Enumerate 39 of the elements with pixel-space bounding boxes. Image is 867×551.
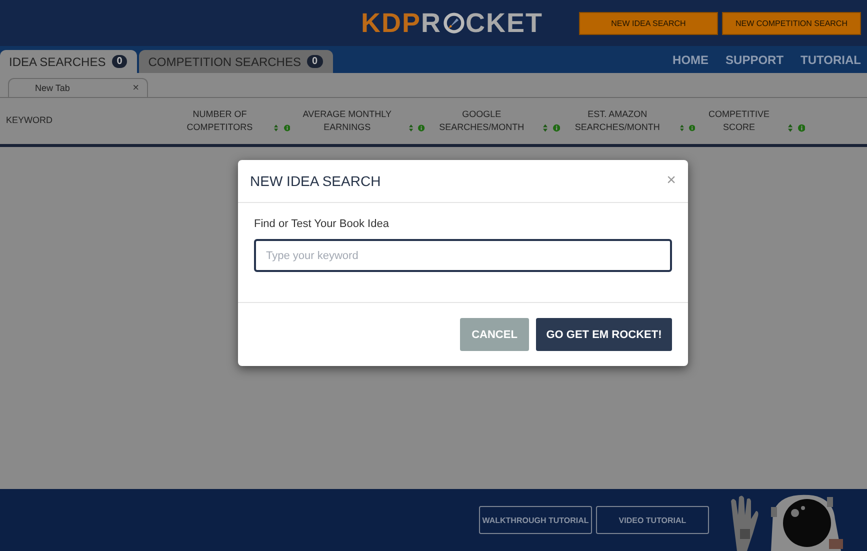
- info-icon[interactable]: [552, 124, 560, 132]
- info-icon[interactable]: [284, 124, 290, 132]
- column-header: COMPETITIVE SCORE: [708, 108, 771, 134]
- count-badge: 0: [112, 55, 128, 68]
- header-button[interactable]: NEW COMPETITION SEARCH: [722, 12, 861, 34]
- logo-text: CKET: [466, 8, 543, 38]
- column-header: GOOGLE SEARCHES/MONTH: [438, 108, 526, 134]
- info-icon[interactable]: [418, 124, 425, 132]
- count-badge: 0: [306, 55, 323, 68]
- dialog-title: NEW IDEA SEARCH: [250, 173, 381, 189]
- close-icon[interactable]: ×: [132, 82, 139, 94]
- footer-button[interactable]: WALKTHROUGH TUTORIAL: [479, 506, 592, 534]
- cancel-button[interactable]: CANCEL: [460, 318, 529, 351]
- close-icon[interactable]: ×: [666, 172, 676, 190]
- info-icon[interactable]: [798, 124, 805, 132]
- submit-button[interactable]: GO GET EM ROCKET!: [536, 318, 672, 351]
- sort-icon[interactable]: [274, 124, 278, 132]
- sort-icon[interactable]: [543, 124, 548, 132]
- field-label: Find or Test Your Book Idea: [254, 218, 390, 230]
- rocket-icon: [442, 12, 464, 34]
- tab[interactable]: New Tab ×: [8, 78, 148, 97]
- column-header: KEYWORD: [6, 114, 53, 127]
- nav-link[interactable]: TUTORIAL: [800, 52, 861, 66]
- column-header: EST. AMAZON SEARCHES/MONTH: [574, 108, 661, 134]
- nav-link[interactable]: SUPPORT: [726, 52, 784, 66]
- header-button[interactable]: NEW IDEA SEARCH: [579, 12, 718, 34]
- column-header: AVERAGE MONTHLY EARNINGS: [302, 108, 392, 134]
- nav-link[interactable]: HOME: [672, 52, 709, 66]
- sort-icon[interactable]: [788, 124, 793, 132]
- tab[interactable]: COMPETITION SEARCHES 0: [139, 50, 333, 73]
- column-header: NUMBER OF COMPETITORS: [186, 108, 254, 134]
- tab[interactable]: IDEA SEARCHES 0: [0, 50, 138, 73]
- footer-button[interactable]: VIDEO TUTORIAL: [596, 506, 709, 534]
- sort-icon[interactable]: [409, 124, 414, 132]
- logo-text: R: [421, 8, 442, 38]
- keyword-field[interactable]: Type your keyword: [254, 239, 672, 272]
- info-icon[interactable]: [688, 124, 695, 132]
- sort-icon[interactable]: [680, 124, 684, 132]
- logo-text: KDP: [360, 8, 421, 38]
